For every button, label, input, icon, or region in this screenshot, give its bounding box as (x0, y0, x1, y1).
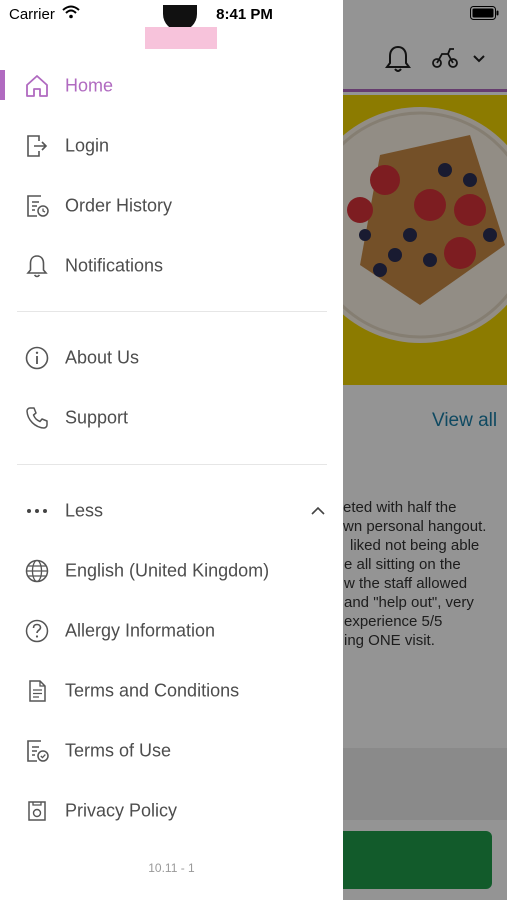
order-history-icon (27, 195, 49, 217)
status-bar: Carrier 8:41 PM (0, 0, 507, 28)
chevron-up-icon[interactable] (309, 502, 327, 520)
menu-item-allergy-information[interactable]: Allergy Information (0, 601, 343, 661)
menu-item-terms-of-use[interactable]: Terms of Use (0, 721, 343, 781)
menu-toggle-less[interactable]: Less (0, 481, 343, 541)
bell-icon (26, 255, 48, 278)
menu-item-terms-and-conditions[interactable]: Terms and Conditions (0, 661, 343, 721)
menu-item-label: About Us (65, 347, 140, 368)
menu-item-label: Order History (65, 195, 173, 216)
login-icon (27, 135, 48, 157)
document-check-icon (27, 740, 49, 762)
status-time: 8:41 PM (216, 6, 273, 23)
menu-item-label: Notifications (65, 255, 164, 276)
menu-item-label: Home (65, 75, 114, 96)
home-icon (26, 75, 48, 97)
divider (17, 311, 327, 312)
menu-item-order-history[interactable]: Order History (0, 176, 343, 236)
more-dots-icon (27, 509, 47, 513)
menu-item-label: Allergy Information (65, 620, 216, 641)
menu-item-language[interactable]: English (United Kingdom) (0, 541, 343, 601)
battery-icon (470, 6, 499, 20)
menu-item-label: Privacy Policy (65, 800, 178, 821)
menu-item-login[interactable]: Login (0, 116, 343, 176)
menu-item-privacy-policy[interactable]: Privacy Policy (0, 781, 343, 841)
menu-item-label: Terms and Conditions (65, 680, 240, 701)
info-icon (25, 346, 49, 370)
divider (17, 464, 327, 465)
menu-item-support[interactable]: Support (0, 388, 343, 448)
document-icon (29, 680, 46, 702)
navigation-drawer: Home Login Order History Notifications A… (0, 0, 343, 900)
menu-item-label: Less (65, 500, 104, 521)
menu-item-notifications[interactable]: Notifications (0, 236, 343, 296)
menu-item-label: English (United Kingdom) (65, 560, 270, 581)
question-icon (25, 619, 49, 643)
menu-item-label: Terms of Use (65, 740, 172, 761)
menu-item-label: Login (65, 135, 110, 156)
menu-item-about-us[interactable]: About Us (0, 328, 343, 388)
privacy-icon (28, 801, 46, 821)
menu-item-home[interactable]: Home (0, 56, 343, 116)
profile-badge (145, 27, 217, 49)
globe-icon (25, 559, 49, 583)
app-version: 10.11 - 1 (148, 861, 195, 875)
phone-icon (26, 407, 48, 429)
menu-item-label: Support (65, 407, 129, 428)
